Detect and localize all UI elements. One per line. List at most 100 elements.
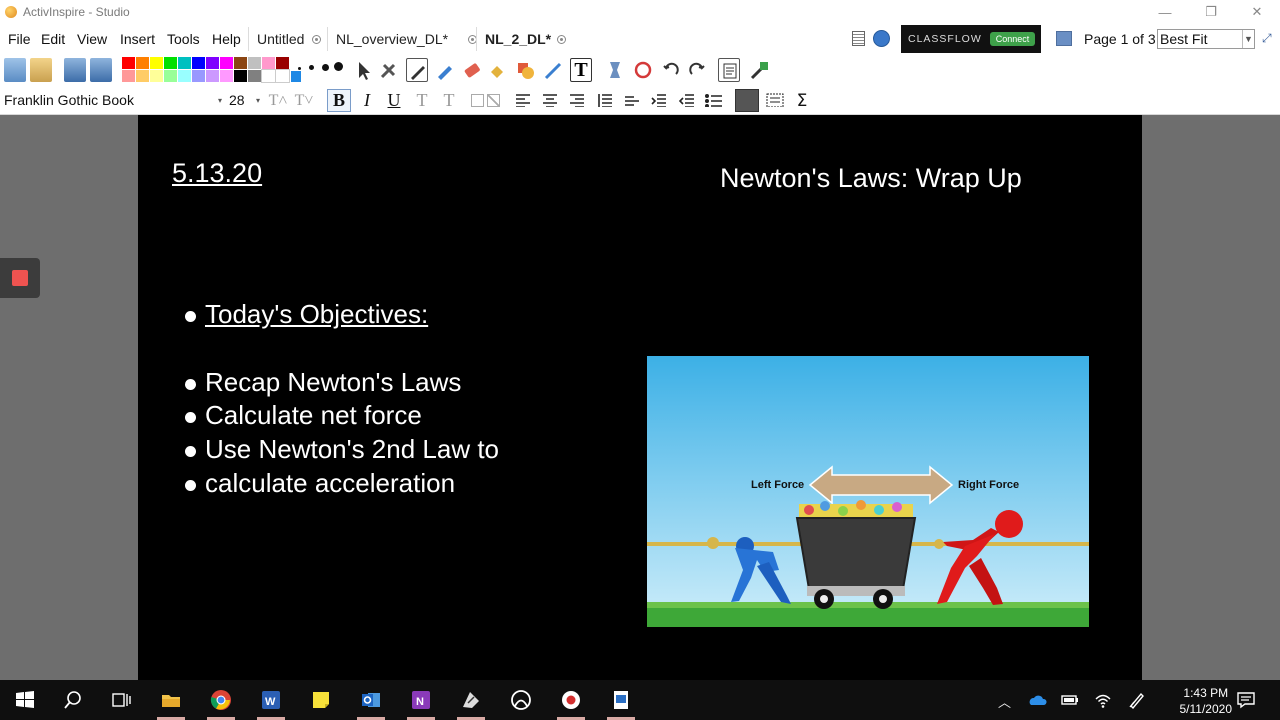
align-left-icon[interactable] <box>515 93 531 107</box>
swatch[interactable] <box>261 69 276 83</box>
menu-tools[interactable]: Tools <box>167 31 200 47</box>
sticky-notes-icon[interactable] <box>310 689 332 711</box>
shape-icon[interactable] <box>514 58 536 82</box>
swatch[interactable] <box>276 57 289 69</box>
pen-icon[interactable] <box>406 58 428 82</box>
taskbar-clock[interactable]: 1:43 PM 5/11/2020 <box>1180 685 1233 717</box>
wifi-icon[interactable] <box>1093 691 1113 709</box>
swatch[interactable] <box>136 57 149 69</box>
document-icon[interactable] <box>852 31 865 46</box>
underline-icon[interactable]: U <box>382 89 406 112</box>
menu-view[interactable]: View <box>77 31 107 47</box>
slide-date[interactable]: 5.13.20 <box>172 158 262 189</box>
undo-icon[interactable] <box>660 58 682 82</box>
select-icon[interactable] <box>352 58 374 82</box>
customize-icon[interactable] <box>748 58 770 82</box>
swatch[interactable] <box>164 70 177 82</box>
swatch[interactable] <box>150 70 163 82</box>
menu-file[interactable]: File <box>8 31 31 47</box>
pen-width-large-icon[interactable] <box>322 64 329 71</box>
menu-edit[interactable]: Edit <box>41 31 65 47</box>
xbox-icon[interactable] <box>510 689 532 711</box>
swatch[interactable] <box>234 57 247 69</box>
page-browser-icon[interactable] <box>1056 31 1072 46</box>
swatch[interactable] <box>220 70 233 82</box>
notifications-icon[interactable] <box>1236 690 1256 710</box>
tab-nl-2[interactable]: NL_2_DL* <box>476 27 567 51</box>
browsers-icon[interactable] <box>30 58 52 82</box>
flipchart-file-icon[interactable] <box>610 689 632 711</box>
swatch[interactable] <box>192 57 205 69</box>
line-spacing-icon[interactable] <box>597 93 613 107</box>
swatch[interactable] <box>122 70 135 82</box>
task-view-icon[interactable] <box>110 689 132 711</box>
start-icon[interactable] <box>14 689 36 711</box>
file-explorer-icon[interactable] <box>160 689 182 711</box>
swatch[interactable] <box>136 70 149 82</box>
swatch[interactable] <box>234 70 247 82</box>
swatch[interactable] <box>150 57 163 69</box>
swatch[interactable] <box>192 70 205 82</box>
tab-close-icon[interactable] <box>312 34 322 44</box>
bold-icon[interactable]: B <box>327 89 351 112</box>
tools-icon[interactable] <box>378 58 400 82</box>
activinspire-taskbar-icon[interactable] <box>460 689 482 711</box>
swatch[interactable] <box>206 70 219 82</box>
align-right-icon[interactable] <box>569 93 585 107</box>
classflow-connect-button[interactable]: Connect <box>989 32 1036 46</box>
swatch[interactable] <box>178 70 191 82</box>
chevron-up-icon[interactable]: ︿ <box>998 692 1011 711</box>
decrease-font-icon[interactable]: T˅ <box>292 89 316 112</box>
close-icon[interactable]: ✕ <box>1234 0 1280 24</box>
forces-illustration[interactable]: Left Force Right Force <box>647 356 1089 627</box>
text-background-icon[interactable] <box>487 94 500 107</box>
eraser-icon[interactable] <box>460 58 482 82</box>
pen-workspace-icon[interactable] <box>1127 691 1147 709</box>
swatch[interactable] <box>275 69 290 83</box>
subscript-icon[interactable]: T <box>437 89 461 112</box>
indent-icon[interactable] <box>651 93 667 107</box>
reset-page-icon[interactable] <box>632 58 654 82</box>
connector-icon[interactable] <box>542 58 564 82</box>
swatch[interactable] <box>248 57 261 69</box>
onedrive-icon[interactable] <box>1027 691 1047 709</box>
menu-insert[interactable]: Insert <box>120 31 155 47</box>
superscript-icon[interactable]: T <box>410 89 434 112</box>
search-icon[interactable] <box>62 689 84 711</box>
pen-width-small-icon[interactable] <box>298 67 301 70</box>
highlighter-icon[interactable] <box>434 58 456 82</box>
fullscreen-icon[interactable]: ⤢ <box>1262 31 1276 45</box>
screen-recorder-icon[interactable] <box>560 689 582 711</box>
tab-untitled[interactable]: Untitled <box>248 27 322 51</box>
increase-font-icon[interactable]: T˄ <box>266 89 290 112</box>
swatch[interactable] <box>164 57 177 69</box>
chrome-icon[interactable] <box>210 689 232 711</box>
fill-icon[interactable] <box>486 58 508 82</box>
slide-title[interactable]: Newton's Laws: Wrap Up <box>720 163 1022 194</box>
paragraph-spacing-icon[interactable] <box>624 93 640 107</box>
tab-close-icon[interactable] <box>557 34 567 44</box>
swatch[interactable] <box>220 57 233 69</box>
font-name-select[interactable]: Franklin Gothic Book <box>4 92 134 108</box>
font-size-select[interactable]: 28 <box>229 92 245 108</box>
stop-icon[interactable] <box>12 270 28 286</box>
swatch[interactable] <box>206 57 219 69</box>
recorder-tab[interactable] <box>0 258 40 298</box>
select-all-text-icon[interactable] <box>766 93 784 107</box>
text-color-icon[interactable] <box>471 94 484 107</box>
redo-icon[interactable] <box>686 58 708 82</box>
keypad-icon[interactable] <box>735 89 759 112</box>
classflow-panel[interactable]: CLASSFLOW Connect <box>901 25 1041 53</box>
next-page-icon[interactable] <box>90 58 112 82</box>
previous-page-icon[interactable] <box>64 58 86 82</box>
battery-icon[interactable] <box>1060 691 1080 709</box>
outdent-icon[interactable] <box>679 93 695 107</box>
minimize-icon[interactable]: — <box>1142 0 1188 24</box>
user-icon[interactable] <box>873 30 890 47</box>
tab-nl-overview[interactable]: NL_overview_DL* <box>327 27 478 51</box>
clear-icon[interactable] <box>604 58 626 82</box>
sigma-icon[interactable]: Σ <box>790 89 814 112</box>
swatch[interactable] <box>262 57 275 69</box>
italic-icon[interactable]: I <box>355 89 379 112</box>
menu-help[interactable]: Help <box>212 31 241 47</box>
